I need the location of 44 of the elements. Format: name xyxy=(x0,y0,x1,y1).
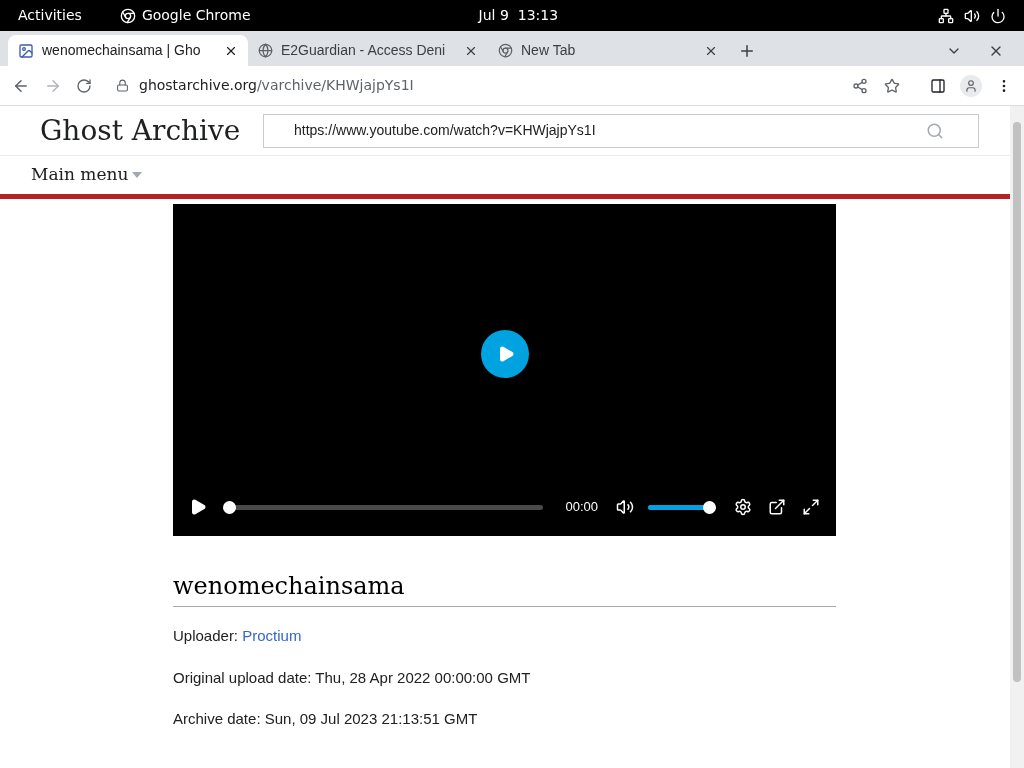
uploader-label: Uploader: xyxy=(173,627,239,644)
popout-icon[interactable] xyxy=(768,498,786,516)
chrome-icon xyxy=(498,43,513,58)
play-button[interactable] xyxy=(480,330,529,378)
scrollbar[interactable] xyxy=(1010,106,1024,768)
network-icon[interactable] xyxy=(938,7,954,24)
play-icon xyxy=(497,345,515,363)
address-bar[interactable]: ghostarchive.org/varchive/KHWjajpYs1I xyxy=(106,69,910,102)
dropdown-caret-icon xyxy=(132,172,143,178)
fullscreen-icon[interactable] xyxy=(802,498,820,516)
bookmark-star-icon[interactable] xyxy=(884,77,900,94)
volume-slider[interactable] xyxy=(646,500,716,514)
chrome-icon xyxy=(119,7,136,24)
share-icon[interactable] xyxy=(852,77,868,94)
main-menu-button[interactable]: Main menu xyxy=(31,162,129,188)
original-upload-date: Original upload date: Thu, 28 Apr 2022 00:00:00 GMT xyxy=(173,667,532,688)
play-icon[interactable] xyxy=(189,498,207,516)
activities-button[interactable]: Activities xyxy=(18,5,82,26)
volume-icon[interactable] xyxy=(616,498,634,516)
browser-tab[interactable]: New Tab xyxy=(488,35,728,66)
site-logo[interactable]: Ghost Archive xyxy=(40,109,263,152)
profile-avatar[interactable] xyxy=(960,74,982,97)
settings-icon[interactable] xyxy=(734,498,752,516)
app-name[interactable]: Google Chrome xyxy=(141,5,251,26)
browser-tab[interactable]: E2Guardian - Access Deni xyxy=(248,35,488,66)
video-title: wenomechainsama xyxy=(173,568,836,607)
page-icon xyxy=(18,42,34,59)
url-text: ghostarchive.org/varchive/KHWjajpYs1I xyxy=(139,76,414,95)
globe-icon xyxy=(258,43,273,58)
tab-title: E2Guardian - Access Deni xyxy=(281,42,446,58)
power-icon[interactable] xyxy=(990,7,1006,24)
browser-tab[interactable]: wenomechainsama | Gho xyxy=(8,35,248,66)
reload-icon[interactable] xyxy=(76,77,92,94)
search-field[interactable]: https://www.youtube.com/watch?v=KHWjajpYs1I xyxy=(263,113,979,148)
video-player[interactable]: 00:00 xyxy=(173,204,836,536)
archive-date: Archive date: Sun, 09 Jul 2023 21:13:51 GMT xyxy=(173,709,479,729)
uploader-link[interactable]: Proctium xyxy=(242,627,302,644)
tab-title: wenomechainsama | Gho xyxy=(42,42,201,58)
side-panel-icon[interactable] xyxy=(930,77,946,94)
lock-icon xyxy=(116,79,129,92)
time-display: 00:00 xyxy=(565,498,598,517)
volume-icon[interactable] xyxy=(964,7,980,24)
clock[interactable]: Jul 9 13:13 xyxy=(478,5,559,26)
tab-title: New Tab xyxy=(521,42,576,58)
